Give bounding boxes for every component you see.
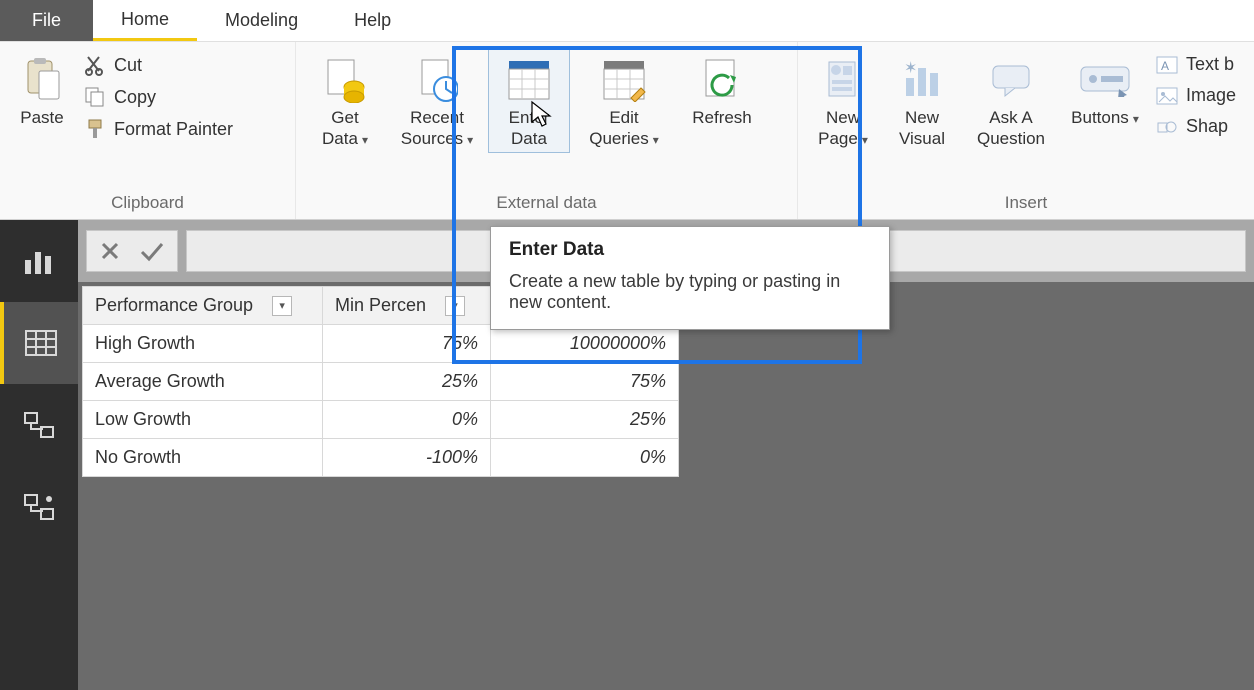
model-view2-icon [22,492,56,522]
cell-max: 75% [491,363,679,401]
model-view2-button[interactable] [0,466,78,548]
table-row[interactable]: Average Growth 25% 75% [83,363,679,401]
buttons-button[interactable]: Buttons [1062,46,1148,131]
new-page-icon [823,53,863,107]
format-painter-button[interactable]: Format Painter [80,116,237,142]
shapes-button[interactable]: Shap [1152,114,1240,139]
cell-max: 25% [491,401,679,439]
paste-button[interactable]: Paste [8,46,76,131]
model-view-icon [22,410,56,440]
edit-queries-label: Edit Queries [589,107,659,150]
ask-question-icon [989,53,1033,107]
cell-group: No Growth [83,439,323,477]
svg-text:✶: ✶ [904,60,917,77]
ribbon-group-external-data: Get Data Recent Sources Enter Data Edit … [296,42,798,219]
col-header-min-dropdown[interactable]: ▾ [445,296,465,316]
refresh-icon [700,53,744,107]
cell-max: 0% [491,439,679,477]
table-row[interactable]: High Growth 75% 10000000% [83,325,679,363]
data-view-button[interactable] [0,302,78,384]
insert-group-label: Insert [806,189,1246,219]
tab-home[interactable]: Home [93,0,197,41]
formula-actions [86,230,178,272]
ask-question-button[interactable]: Ask A Question [964,46,1058,153]
table-row[interactable]: Low Growth 0% 25% [83,401,679,439]
get-data-button[interactable]: Get Data [304,46,386,153]
report-view-icon [22,246,56,276]
recent-sources-icon [416,53,458,107]
buttons-icon [1079,53,1131,107]
new-visual-icon: ✶ [900,53,944,107]
textbox-button[interactable]: A Text b [1152,52,1240,77]
external-data-group-label: External data [304,189,789,219]
left-nav-rail [0,220,78,690]
refresh-button[interactable]: Refresh [678,46,766,131]
cut-icon [84,54,106,76]
ribbon: Paste Cut Copy Format Painter Clipboard [0,42,1254,220]
paste-label: Paste [20,107,63,128]
new-visual-button[interactable]: ✶ New Visual [884,46,960,153]
buttons-label: Buttons [1071,107,1139,128]
cut-button[interactable]: Cut [80,52,237,78]
cancel-formula-icon[interactable] [99,240,121,262]
recent-sources-label: Recent Sources [401,107,473,150]
enter-data-button[interactable]: Enter Data [488,46,570,153]
refresh-label: Refresh [692,107,752,128]
image-icon [1156,87,1178,105]
get-data-label: Get Data [322,107,368,150]
cell-group: Average Growth [83,363,323,401]
col-header-group-label: Performance Group [95,295,253,315]
copy-label: Copy [114,87,156,108]
data-view-icon [24,329,58,357]
get-data-icon [324,53,366,107]
new-visual-label: New Visual [899,107,945,150]
tooltip-description: Create a new table by typing or pasting … [509,271,871,313]
svg-text:A: A [1161,59,1169,73]
enter-data-icon [506,53,552,107]
copy-icon [84,86,106,108]
menu-tabs: File Home Modeling Help [0,0,1254,42]
format-painter-icon [84,118,106,140]
format-painter-label: Format Painter [114,119,233,140]
commit-formula-icon[interactable] [139,240,165,262]
edit-queries-icon [601,53,647,107]
cell-min: 0% [323,401,491,439]
cell-min: 25% [323,363,491,401]
cell-group: Low Growth [83,401,323,439]
shapes-label: Shap [1186,116,1228,137]
report-view-button[interactable] [0,220,78,302]
paste-icon [22,53,62,107]
col-header-min[interactable]: Min Percen ▾ [323,287,491,325]
clipboard-group-label: Clipboard [8,189,287,219]
tooltip-enter-data: Enter Data Create a new table by typing … [490,226,890,330]
tab-modeling[interactable]: Modeling [197,0,326,41]
edit-queries-button[interactable]: Edit Queries [574,46,674,153]
cell-group: High Growth [83,325,323,363]
col-header-group[interactable]: Performance Group ▾ [83,287,323,325]
copy-button[interactable]: Copy [80,84,237,110]
tab-help[interactable]: Help [326,0,419,41]
cut-label: Cut [114,55,142,76]
shapes-icon [1156,118,1178,136]
new-page-button[interactable]: New Page [806,46,880,153]
image-label: Image [1186,85,1236,106]
tab-file[interactable]: File [0,0,93,41]
image-button[interactable]: Image [1152,83,1240,108]
col-header-group-dropdown[interactable]: ▾ [272,296,292,316]
ribbon-group-clipboard: Paste Cut Copy Format Painter Clipboard [0,42,296,219]
cell-max: 10000000% [491,325,679,363]
new-page-label: New Page [818,107,868,150]
cell-min: -100% [323,439,491,477]
recent-sources-button[interactable]: Recent Sources [390,46,484,153]
enter-data-label: Enter Data [509,107,550,150]
tooltip-title: Enter Data [509,239,871,261]
model-view-button[interactable] [0,384,78,466]
ribbon-group-insert: New Page ✶ New Visual Ask A Question But… [798,42,1254,219]
textbox-label: Text b [1186,54,1234,75]
textbox-icon: A [1156,56,1178,74]
col-header-min-label: Min Percen [335,295,426,315]
table-row[interactable]: No Growth -100% 0% [83,439,679,477]
cell-min: 75% [323,325,491,363]
ask-question-label: Ask A Question [977,107,1045,150]
